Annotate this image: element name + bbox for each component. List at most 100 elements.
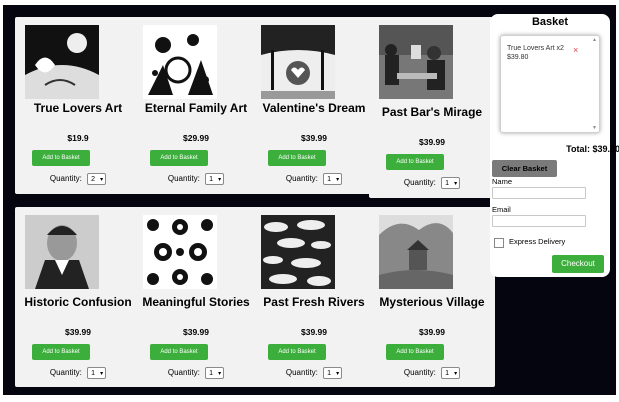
- add-to-basket-button[interactable]: Add to Basket: [150, 344, 208, 360]
- quantity-select[interactable]: 1 ▾: [441, 177, 461, 189]
- quantity-value: 1: [209, 176, 214, 183]
- quantity-select[interactable]: 1 ▾: [205, 173, 225, 185]
- quantity-value: 1: [209, 370, 214, 377]
- product-title: Past Bar's Mirage: [381, 105, 483, 119]
- product-card: True Lovers Art $19.9 Add to Basket Quan…: [15, 17, 141, 194]
- portrait-engraving: [25, 215, 99, 289]
- product-title: Meaningful Stories: [142, 295, 250, 309]
- quantity-control: Quantity: 1 ▾: [251, 367, 377, 379]
- product-price: $39.99: [419, 327, 445, 337]
- express-delivery-label: Express Delivery: [509, 237, 566, 246]
- quantity-value: 2: [91, 176, 96, 183]
- quantity-control: Quantity: 2 ▾: [15, 173, 141, 185]
- checkout-button[interactable]: Checkout: [552, 255, 604, 273]
- product-card: Historic Confusion $39.99 Add to Basket …: [15, 207, 141, 387]
- product-price: $39.99: [301, 327, 327, 337]
- product-card: Valentine's Dream $39.99 Add to Basket Q…: [251, 17, 377, 194]
- basket-panel: Basket True Lovers Art x2 $39.80 × ▲ ▼ T…: [490, 14, 619, 277]
- bar-scene-photo: [379, 25, 453, 99]
- quantity-label: Quantity:: [403, 178, 436, 188]
- quantity-select[interactable]: 2 ▾: [87, 173, 107, 185]
- product-title: True Lovers Art: [33, 101, 123, 115]
- chevron-down-icon: ▾: [336, 177, 340, 183]
- product-price: $39.99: [65, 327, 91, 337]
- quantity-label: Quantity:: [167, 174, 200, 184]
- product-image: [261, 215, 335, 289]
- quantity-select[interactable]: 1 ▾: [441, 367, 461, 379]
- quantity-value: 1: [327, 176, 332, 183]
- add-to-basket-button[interactable]: Add to Basket: [150, 150, 208, 166]
- product-price: $29.99: [183, 133, 209, 143]
- quantity-select[interactable]: 1 ▾: [205, 367, 225, 379]
- add-to-basket-button[interactable]: Add to Basket: [268, 150, 326, 166]
- product-title: Eternal Family Art: [144, 101, 248, 115]
- product-image: [25, 215, 99, 289]
- chevron-down-icon: ▾: [454, 181, 458, 187]
- quantity-label: Quantity:: [49, 368, 82, 378]
- scroll-up-icon[interactable]: ▲: [592, 37, 597, 43]
- product-price: $19.9: [67, 133, 89, 143]
- product-image: [143, 215, 217, 289]
- product-price: $39.99: [419, 137, 445, 147]
- email-field[interactable]: [492, 215, 586, 227]
- name-label: Name: [492, 177, 513, 186]
- quantity-value: 1: [327, 370, 332, 377]
- fish-artwork: [261, 215, 335, 289]
- product-card: Mysterious Village $39.99 Add to Basket …: [369, 207, 495, 387]
- remove-item-icon[interactable]: ×: [573, 45, 578, 55]
- chevron-down-icon: ▾: [454, 371, 458, 377]
- express-delivery-checkbox[interactable]: [494, 238, 504, 248]
- pattern-artwork: [143, 215, 217, 289]
- product-card: Meaningful Stories $39.99 Add to Basket …: [133, 207, 259, 387]
- chevron-down-icon: ▾: [218, 177, 222, 183]
- village-engraving: [379, 215, 453, 289]
- basket-title: Basket: [531, 16, 569, 28]
- product-card: Eternal Family Art $29.99 Add to Basket …: [133, 17, 259, 194]
- basket-total: Total: $39.80: [566, 144, 619, 154]
- product-image: [379, 25, 453, 99]
- add-to-basket-button[interactable]: Add to Basket: [268, 344, 326, 360]
- basket-item-price: $39.80: [507, 54, 529, 61]
- chevron-down-icon: ▾: [100, 371, 104, 377]
- shop-stage: True Lovers Art $19.9 Add to Basket Quan…: [3, 5, 619, 395]
- chevron-down-icon: ▾: [218, 371, 222, 377]
- basket-list[interactable]: True Lovers Art x2 $39.80 × ▲ ▼: [500, 35, 600, 133]
- product-title: Past Fresh Rivers: [263, 295, 365, 309]
- moon-lovers-artwork: [25, 25, 99, 99]
- product-image: [143, 25, 217, 99]
- quantity-value: 1: [445, 180, 450, 187]
- quantity-label: Quantity:: [49, 174, 82, 184]
- quantity-value: 1: [91, 370, 96, 377]
- quantity-label: Quantity:: [285, 174, 318, 184]
- product-card: Past Fresh Rivers $39.99 Add to Basket Q…: [251, 207, 377, 387]
- quantity-control: Quantity: 1 ▾: [369, 367, 495, 379]
- quantity-control: Quantity: 1 ▾: [369, 177, 495, 189]
- product-image: [261, 25, 335, 99]
- clear-basket-button[interactable]: Clear Basket: [492, 160, 557, 177]
- add-to-basket-button[interactable]: Add to Basket: [386, 154, 444, 170]
- quantity-label: Quantity:: [167, 368, 200, 378]
- quantity-value: 1: [445, 370, 450, 377]
- quantity-label: Quantity:: [403, 368, 436, 378]
- quantity-select[interactable]: 1 ▾: [323, 367, 343, 379]
- quantity-select[interactable]: 1 ▾: [323, 173, 343, 185]
- quantity-label: Quantity:: [285, 368, 318, 378]
- product-card: Past Bar's Mirage $39.99 Add to Basket Q…: [369, 17, 495, 198]
- quantity-control: Quantity: 1 ▾: [15, 367, 141, 379]
- heart-trees-artwork: [261, 25, 335, 99]
- add-to-basket-button[interactable]: Add to Basket: [32, 344, 90, 360]
- add-to-basket-button[interactable]: Add to Basket: [386, 344, 444, 360]
- product-image: [379, 215, 453, 289]
- add-to-basket-button[interactable]: Add to Basket: [32, 150, 90, 166]
- quantity-control: Quantity: 1 ▾: [133, 173, 259, 185]
- chevron-down-icon: ▾: [100, 177, 104, 183]
- family-folk-artwork: [143, 25, 217, 99]
- quantity-control: Quantity: 1 ▾: [251, 173, 377, 185]
- scroll-down-icon[interactable]: ▼: [592, 125, 597, 131]
- product-title: Valentine's Dream: [262, 101, 366, 115]
- quantity-select[interactable]: 1 ▾: [87, 367, 107, 379]
- quantity-control: Quantity: 1 ▾: [133, 367, 259, 379]
- name-field[interactable]: [492, 187, 586, 199]
- email-label: Email: [492, 205, 511, 214]
- chevron-down-icon: ▾: [336, 371, 340, 377]
